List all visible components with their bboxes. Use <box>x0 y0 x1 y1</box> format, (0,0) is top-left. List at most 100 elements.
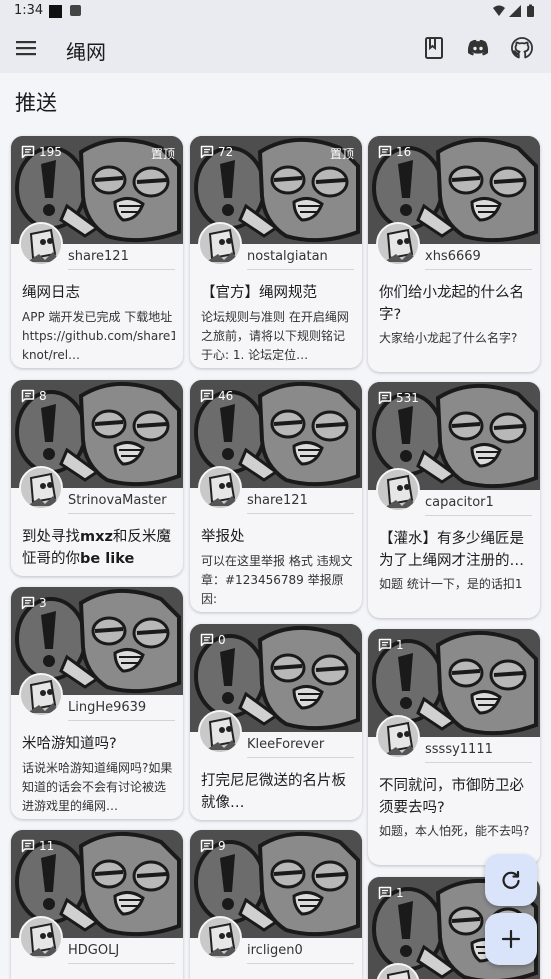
comment-count: 0 <box>200 633 226 647</box>
avatar[interactable] <box>198 466 242 510</box>
divider <box>68 720 175 721</box>
post-title: 【官方】绳网规范 <box>201 285 317 301</box>
comment-count-value: 46 <box>218 389 234 403</box>
app-title: 绳网 <box>66 40 106 64</box>
post-card[interactable]: 72 置顶 nostalgiatan 【官方】绳网规范 论坛规则与准则 在开启绳网之旅前… <box>190 136 362 368</box>
avatar[interactable] <box>376 468 420 512</box>
post-card[interactable]: 16 xhs6669 你们给小龙起的什么名字? 大家给小龙起了什么名字? <box>368 136 540 372</box>
add-icon <box>501 929 521 949</box>
comment-count: 3 <box>21 596 47 610</box>
comment-count: 1 <box>378 638 404 652</box>
section-title: 推送 <box>15 91 57 115</box>
post-author[interactable]: StrinovaMaster <box>68 493 167 508</box>
comment-count-value: 1 <box>396 886 404 900</box>
post-author[interactable]: KleeForever <box>247 737 324 752</box>
post-author[interactable]: ircligen0 <box>247 943 303 958</box>
divider <box>247 963 354 964</box>
refresh-button[interactable] <box>485 854 537 906</box>
add-post-button[interactable] <box>485 913 537 965</box>
avatar-illustration <box>200 918 240 958</box>
post-card[interactable]: 1 ssssy1111 不同就问，市御防卫必须要去吗? 如题，本人怕死，能不去吗? <box>368 629 540 865</box>
avatar-illustration <box>378 717 418 757</box>
bookmark-book-icon[interactable] <box>422 36 446 60</box>
comment-count: 11 <box>21 839 54 853</box>
post-title: 绳网日志 <box>22 285 80 301</box>
comment-count-value: 8 <box>39 389 47 403</box>
post-author[interactable]: share121 <box>68 249 129 264</box>
post-excerpt: 可以在这里举报 格式 违规文章：#123456789 举报原因: <box>201 554 353 606</box>
discord-icon[interactable] <box>466 36 490 60</box>
post-card[interactable]: 0 KleeForever 打完尼尼微送的名片板就像… <box>190 624 362 820</box>
post-author[interactable]: HDGOLJ <box>68 943 119 958</box>
app-notification-icon <box>70 5 81 16</box>
comment-icon <box>378 638 392 652</box>
avatar[interactable] <box>376 222 420 266</box>
comment-count: 16 <box>378 145 411 159</box>
post-card[interactable]: 8 StrinovaMaster 到处寻找mxz和反米魔怔哥的你be like <box>11 380 183 576</box>
avatar[interactable] <box>19 222 63 266</box>
post-excerpt: APP 端开发已完成 下载地址 https://github.com/share… <box>22 310 175 362</box>
menu-icon[interactable] <box>16 40 36 56</box>
avatar[interactable] <box>198 222 242 266</box>
status-time: 1:34 <box>14 3 44 18</box>
comment-icon <box>200 839 214 853</box>
divider <box>425 762 532 763</box>
post-author[interactable]: nostalgiatan <box>247 249 328 264</box>
comment-count-value: 531 <box>396 391 419 405</box>
comment-count: 9 <box>200 839 226 853</box>
avatar[interactable] <box>19 673 63 717</box>
divider <box>68 963 175 964</box>
comment-count: 46 <box>200 389 233 403</box>
comment-count-value: 9 <box>218 839 226 853</box>
comment-icon <box>200 389 214 403</box>
divider <box>425 515 532 516</box>
comment-count-value: 195 <box>39 145 62 159</box>
comment-icon <box>378 145 392 159</box>
avatar[interactable] <box>19 466 63 510</box>
post-card[interactable]: 11 HDGOLJ <box>11 830 183 979</box>
post-card[interactable]: 9 ircligen0 <box>190 830 362 979</box>
post-card[interactable]: 531 capacitor1 【灌水】有多少绳匠是为了上绳网才注册的… 如题 统计一下… <box>368 382 540 618</box>
avatar[interactable] <box>198 916 242 960</box>
status-bar: 1:34 <box>0 0 551 24</box>
comment-count-value: 3 <box>39 596 47 610</box>
avatar-illustration <box>21 675 61 715</box>
post-title: 不同就问，市御防卫必须要去吗? <box>379 778 524 816</box>
avatar-illustration <box>200 468 240 508</box>
post-card[interactable]: 46 share121 举报处 可以在这里举报 格式 违规文章：#123456789 … <box>190 380 362 612</box>
avatar-illustration <box>200 224 240 264</box>
post-author[interactable]: capacitor1 <box>425 495 494 510</box>
comment-icon <box>200 145 214 159</box>
divider <box>247 269 354 270</box>
post-author[interactable]: share121 <box>247 493 308 508</box>
pinned-badge: 置顶 <box>150 147 175 161</box>
comment-icon <box>378 391 392 405</box>
avatar[interactable] <box>376 715 420 759</box>
comment-icon <box>378 886 392 900</box>
refresh-icon <box>502 870 520 889</box>
avatar-illustration <box>378 224 418 264</box>
post-author[interactable]: LingHe9639 <box>68 700 146 715</box>
divider <box>68 269 175 270</box>
post-excerpt: 话说米哈游知道绳网吗?如果知道的话会不会有讨论被选进游戏里的绳网… <box>22 761 173 813</box>
comment-icon <box>21 389 35 403</box>
pinned-badge: 置顶 <box>329 147 354 161</box>
comment-count-value: 1 <box>396 638 404 652</box>
comment-icon <box>200 633 214 647</box>
comment-count-value: 16 <box>396 145 412 159</box>
post-card[interactable]: 3 LingHe9639 米哈游知道吗? 话说米哈游知道绳网吗?如果知道的话会不会有讨… <box>11 587 183 819</box>
divider <box>247 513 354 514</box>
github-icon[interactable] <box>510 36 534 60</box>
comment-count-value: 72 <box>218 145 234 159</box>
avatar[interactable] <box>19 916 63 960</box>
post-author[interactable]: ssssy1111 <box>425 742 493 757</box>
avatar-illustration <box>200 712 240 752</box>
signal-battery-icons <box>493 4 534 17</box>
post-author[interactable]: xhs6669 <box>425 249 481 264</box>
avatar[interactable] <box>198 710 242 754</box>
divider <box>425 269 532 270</box>
avatar-illustration <box>378 470 418 510</box>
post-card[interactable]: 195 置顶 share121 绳网日志 APP 端开发已完成 下载地址 https:/… <box>11 136 183 368</box>
avatar-illustration <box>21 918 61 958</box>
comment-icon <box>21 839 35 853</box>
